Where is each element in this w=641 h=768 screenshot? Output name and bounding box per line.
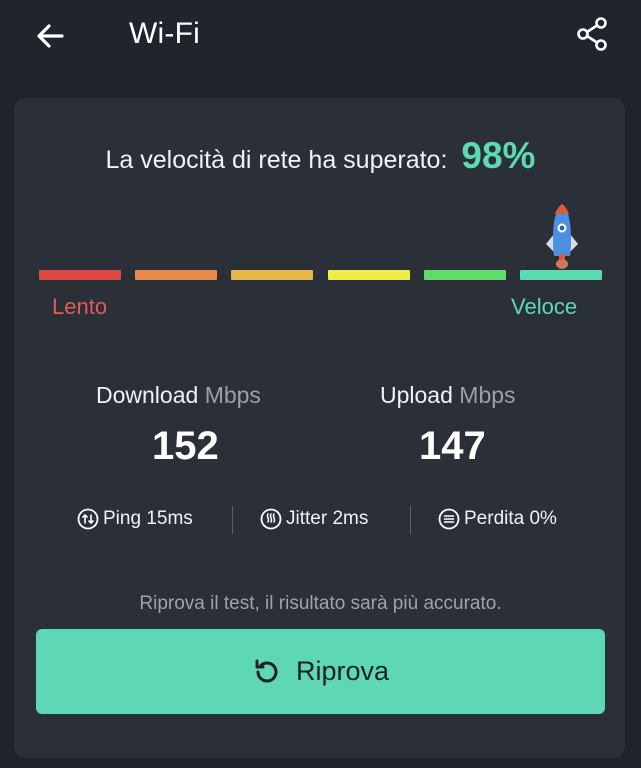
download-unit: Mbps <box>204 382 261 408</box>
top-bar: Wi-Fi <box>0 0 641 82</box>
packet-loss-stat: Perdita 0% <box>438 508 557 530</box>
page-title: Wi-Fi <box>129 17 200 50</box>
download-title: Download Mbps <box>96 382 261 409</box>
ping-icon <box>77 508 99 530</box>
upload-label: Upload <box>380 382 453 408</box>
scale-segment-5 <box>424 270 506 280</box>
share-button[interactable] <box>572 14 612 54</box>
retry-button[interactable]: Riprova <box>36 629 605 714</box>
upload-unit: Mbps <box>459 382 516 408</box>
packet-loss-label: Perdita 0% <box>464 508 557 529</box>
upload-title: Upload Mbps <box>380 382 516 409</box>
scale-segment-1 <box>39 270 121 280</box>
retry-button-label: Riprova <box>295 656 390 686</box>
upload-value: 147 <box>419 424 486 468</box>
arrow-left-icon <box>37 24 64 48</box>
back-button[interactable] <box>30 16 70 56</box>
jitter-icon <box>260 508 282 530</box>
retry-hint: Riprova il test, il risultato sarà più a… <box>139 593 502 614</box>
packet-loss-icon <box>438 508 460 530</box>
refresh-icon <box>255 659 278 682</box>
download-value: 152 <box>152 424 219 468</box>
jitter-stat: Jitter 2ms <box>260 508 368 530</box>
stats-row: Ping 15ms Jitter 2ms Perdita 0% <box>0 506 641 538</box>
scale-fast-label: Veloce <box>511 294 578 319</box>
speed-headline: La velocità di rete ha superato: 98% <box>0 135 641 177</box>
share-icon <box>577 17 607 51</box>
jitter-label: Jitter 2ms <box>286 508 369 529</box>
scale-segment-4 <box>328 270 410 280</box>
scale-slow-label: Lento <box>52 294 108 319</box>
rocket-icon <box>546 204 578 269</box>
ping-label: Ping 15ms <box>103 508 193 529</box>
download-label: Download <box>96 382 199 408</box>
stats-divider <box>232 506 233 534</box>
scale-segment-2 <box>135 270 217 280</box>
percentage-value: 98% <box>461 135 536 176</box>
ping-stat: Ping 15ms <box>77 508 193 530</box>
headline-text: La velocità di rete ha superato: <box>105 146 448 174</box>
scale-segment-3 <box>231 270 313 280</box>
stats-divider <box>410 506 411 534</box>
